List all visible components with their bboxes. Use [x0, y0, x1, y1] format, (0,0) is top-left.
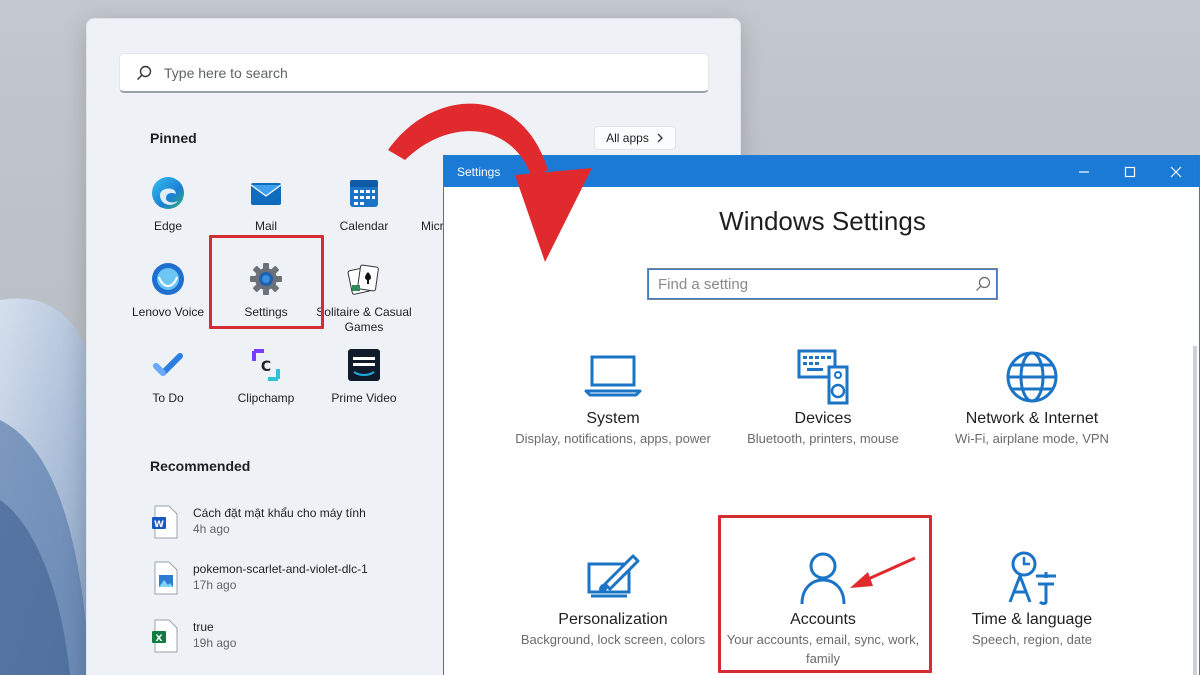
- calendar-icon: [350, 180, 378, 207]
- word-file-icon: W: [152, 505, 178, 539]
- category-network[interactable]: Network & Internet Wi-Fi, airplane mode,…: [932, 349, 1132, 448]
- image-file-icon: [154, 561, 178, 595]
- category-title: Devices: [794, 410, 852, 427]
- pinned-app-prime-video[interactable]: Prime Video: [316, 347, 412, 406]
- pinned-app-solitaire[interactable]: Solitaire & Casual Games: [316, 261, 412, 335]
- recommended-title: Recommended: [150, 458, 251, 474]
- app-label: To Do: [152, 391, 184, 405]
- excel-file-icon: X: [152, 619, 178, 653]
- recommended-item[interactable]: pokemon-scarlet-and-violet-dlc-1 17h ago: [151, 561, 368, 595]
- all-apps-label: All apps: [606, 131, 649, 145]
- app-label: Prime Video: [331, 391, 397, 405]
- find-setting-input[interactable]: [658, 275, 958, 293]
- app-label: Calendar: [339, 219, 389, 233]
- chevron-right-icon: [657, 133, 663, 143]
- app-label: Micr: [421, 219, 444, 233]
- solitaire-icon: [347, 264, 379, 295]
- maximize-icon: [1124, 166, 1136, 177]
- category-time-language[interactable]: Time & language Speech, region, date: [932, 550, 1132, 649]
- category-title: Network & Internet: [965, 410, 1099, 427]
- category-description: Speech, region, date: [972, 632, 1092, 647]
- settings-window: Settings Windows Settings System Display…: [443, 155, 1200, 675]
- app-label: Clipchamp: [237, 391, 295, 405]
- recommended-time: 19h ago: [193, 636, 237, 650]
- todo-icon: [153, 353, 183, 376]
- minimize-button[interactable]: [1061, 156, 1107, 187]
- category-system[interactable]: System Display, notifications, apps, pow…: [513, 349, 713, 448]
- app-label: Edge: [153, 219, 183, 233]
- search-icon: [137, 65, 152, 80]
- settings-heading: Windows Settings: [719, 206, 926, 236]
- maximize-button[interactable]: [1107, 156, 1153, 187]
- category-title: System: [586, 410, 640, 427]
- all-apps-button[interactable]: All apps: [594, 126, 676, 150]
- recommended-item[interactable]: W Cách đặt mật khẩu cho máy tính 4h ago: [151, 505, 366, 539]
- accounts-highlight-box: [718, 515, 932, 673]
- pinned-app-edge[interactable]: Edge: [120, 175, 216, 234]
- laptop-icon: [584, 355, 642, 397]
- mail-icon: [250, 183, 282, 205]
- time-language-icon: [1008, 551, 1056, 605]
- start-search-input[interactable]: [164, 64, 584, 81]
- personalization-icon: [587, 554, 640, 598]
- start-search-box[interactable]: [119, 53, 709, 93]
- category-description: Background, lock screen, colors: [520, 632, 706, 647]
- clipchamp-icon: C: [252, 349, 280, 381]
- app-label: Solitaire & Casual Games: [316, 305, 412, 334]
- svg-text:W: W: [154, 520, 164, 530]
- lenovo-voice-icon: [152, 263, 184, 295]
- devices-icon: [797, 349, 849, 405]
- recommended-name: Cách đặt mật khẩu cho máy tính: [193, 506, 366, 520]
- category-description: Display, notifications, apps, power: [515, 431, 711, 446]
- category-personalization[interactable]: Personalization Background, lock screen,…: [513, 550, 713, 649]
- recommended-time: 17h ago: [193, 578, 237, 592]
- find-setting-box[interactable]: [647, 268, 998, 300]
- settings-titlebar[interactable]: Settings: [444, 156, 1199, 187]
- pinned-app-mail[interactable]: Mail: [218, 175, 314, 234]
- category-description: Bluetooth, printers, mouse: [747, 431, 899, 446]
- category-description: Wi-Fi, airplane mode, VPN: [955, 431, 1109, 446]
- app-label: Mail: [254, 219, 277, 233]
- globe-icon: [1006, 351, 1058, 403]
- recommended-time: 4h ago: [193, 522, 230, 536]
- close-icon: [1170, 166, 1182, 177]
- svg-text:C: C: [261, 359, 271, 375]
- pinned-app-calendar[interactable]: Calendar: [316, 175, 412, 234]
- recommended-name: pokemon-scarlet-and-violet-dlc-1: [193, 562, 368, 576]
- pinned-app-clipchamp[interactable]: C Clipchamp: [218, 347, 314, 406]
- minimize-icon: [1079, 170, 1089, 173]
- pinned-app-todo[interactable]: To Do: [120, 347, 216, 406]
- window-title: Settings: [457, 164, 501, 179]
- scrollbar[interactable]: [1193, 346, 1197, 675]
- search-icon: [976, 276, 991, 291]
- category-devices[interactable]: Devices Bluetooth, printers, mouse: [723, 349, 923, 448]
- recommended-name: true: [193, 620, 214, 634]
- category-title: Time & language: [971, 611, 1093, 628]
- close-button[interactable]: [1153, 156, 1199, 187]
- pinned-app-lenovo-voice[interactable]: Lenovo Voice: [120, 261, 216, 320]
- svg-text:X: X: [156, 634, 163, 644]
- pinned-title: Pinned: [150, 130, 197, 146]
- edge-icon: [152, 177, 184, 209]
- app-label: Lenovo Voice: [131, 305, 205, 319]
- settings-highlight-box: [209, 235, 324, 329]
- category-title: Personalization: [558, 611, 668, 628]
- prime-video-icon: [348, 349, 380, 381]
- recommended-item[interactable]: X true 19h ago: [151, 619, 236, 653]
